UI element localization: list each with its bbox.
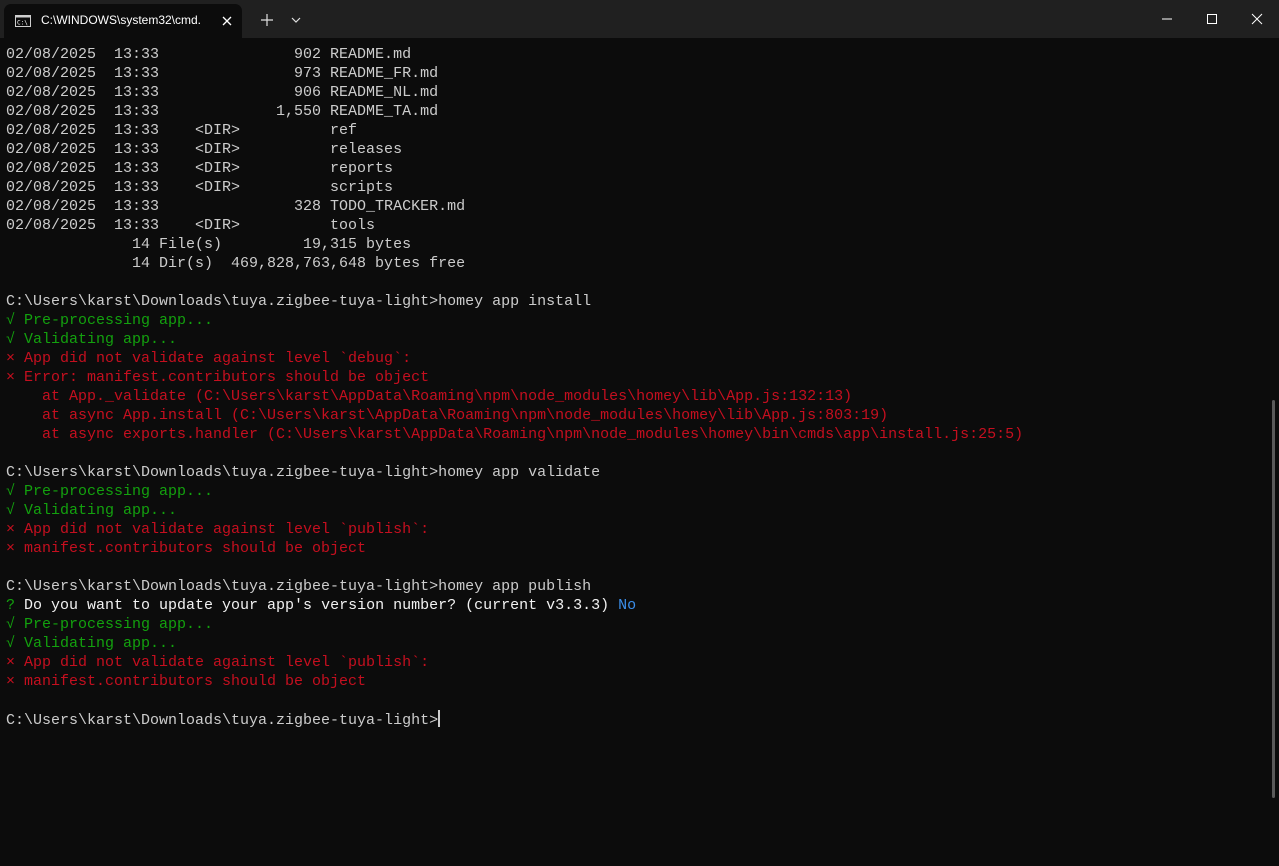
terminal-line: × manifest.contributors should be object (6, 673, 367, 690)
terminal-line: at App._validate (C:\Users\karst\AppData… (6, 388, 853, 405)
terminal-line: √ Pre-processing app... (6, 616, 214, 633)
maximize-icon (1207, 14, 1217, 24)
terminal-line: 02/08/2025 13:33 <DIR> scripts (6, 179, 394, 196)
terminal-line: ? Do you want to update your app's versi… (6, 596, 1266, 615)
minimize-icon (1162, 18, 1172, 20)
close-window-button[interactable] (1234, 0, 1279, 38)
terminal-line: at async App.install (C:\Users\karst\App… (6, 407, 889, 424)
terminal-line: × Error: manifest.contributors should be… (6, 369, 430, 386)
cmd-icon: C:\ (15, 15, 31, 27)
text-cursor (438, 710, 441, 727)
question-mark: ? (6, 597, 25, 614)
terminal-line: 14 Dir(s) 469,828,763,648 bytes free (6, 255, 466, 272)
tab-cmd[interactable]: C:\ C:\WINDOWS\system32\cmd. (4, 4, 242, 38)
terminal-line: 02/08/2025 13:33 973 README_FR.md (6, 65, 439, 82)
terminal-line: 02/08/2025 13:33 <DIR> ref (6, 122, 358, 139)
prompt-text: C:\Users\karst\Downloads\tuya.zigbee-tuy… (6, 712, 439, 729)
maximize-button[interactable] (1189, 0, 1235, 38)
terminal-output[interactable]: 02/08/2025 13:33 902 README.md 02/08/2025… (6, 45, 1266, 845)
close-icon (1251, 13, 1263, 25)
terminal-line: 02/08/2025 13:33 1,550 README_TA.md (6, 103, 439, 120)
question-text: Do you want to update your app's version… (24, 597, 619, 614)
terminal-line: 14 File(s) 19,315 bytes (6, 236, 412, 253)
terminal-line: 02/08/2025 13:33 <DIR> tools (6, 217, 376, 234)
terminal-line: × App did not validate against level `pu… (6, 654, 430, 671)
terminal-line: 02/08/2025 13:33 <DIR> reports (6, 160, 394, 177)
scrollbar[interactable] (1272, 400, 1275, 798)
title-bar[interactable]: C:\ C:\WINDOWS\system32\cmd. (0, 0, 1279, 38)
terminal-line: √ Validating app... (6, 502, 178, 519)
terminal-line: 02/08/2025 13:33 902 README.md (6, 46, 412, 63)
svg-text:C:\: C:\ (17, 20, 28, 27)
terminal-line: 02/08/2025 13:33 906 README_NL.md (6, 84, 439, 101)
question-answer: No (618, 597, 637, 614)
terminal-window: C:\ C:\WINDOWS\system32\cmd. 02/08/2025 … (0, 0, 1279, 866)
command-prompt[interactable]: C:\Users\karst\Downloads\tuya.zigbee-tuy… (6, 710, 1266, 729)
terminal-line: 02/08/2025 13:33 <DIR> releases (6, 141, 403, 158)
close-icon[interactable] (220, 14, 234, 28)
plus-icon[interactable] (256, 9, 278, 31)
terminal-line: × App did not validate against level `pu… (6, 521, 430, 538)
minimize-button[interactable] (1144, 0, 1190, 38)
terminal-line: × manifest.contributors should be object (6, 540, 367, 557)
terminal-line: √ Validating app... (6, 635, 178, 652)
terminal-line: 02/08/2025 13:33 328 TODO_TRACKER.md (6, 198, 466, 215)
terminal-line: C:\Users\karst\Downloads\tuya.zigbee-tuy… (6, 578, 592, 595)
terminal-line: C:\Users\karst\Downloads\tuya.zigbee-tuy… (6, 293, 592, 310)
terminal-line: √ Pre-processing app... (6, 312, 214, 329)
terminal-line: at async exports.handler (C:\Users\karst… (6, 426, 1024, 443)
tab-title: C:\WINDOWS\system32\cmd. (41, 13, 202, 27)
terminal-line: C:\Users\karst\Downloads\tuya.zigbee-tuy… (6, 464, 601, 481)
terminal-line: √ Validating app... (6, 331, 178, 348)
chevron-down-icon[interactable] (285, 9, 307, 31)
terminal-line: × App did not validate against level `de… (6, 350, 412, 367)
terminal-line: √ Pre-processing app... (6, 483, 214, 500)
